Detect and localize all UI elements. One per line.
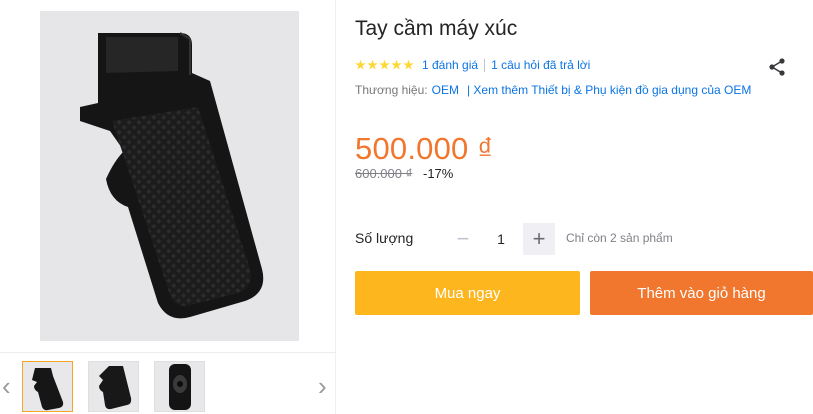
brand-more-link[interactable]: | Xem thêm Thiết bị & Phụ kiện đồ gia dụ… <box>467 83 751 97</box>
discount-percent: -17% <box>423 166 454 181</box>
star-icon <box>391 59 402 70</box>
share-icon[interactable] <box>767 57 787 77</box>
quantity-label: Số lượng <box>355 230 414 246</box>
pistol-grip-image <box>80 32 264 319</box>
quantity-increase-button[interactable]: + <box>523 223 555 255</box>
qa-link[interactable]: 1 câu hỏi đã trả lời <box>491 58 590 72</box>
quantity-input[interactable] <box>483 223 519 255</box>
rating-row: 1 đánh giá 1 câu hỏi đã trả lời <box>355 57 590 73</box>
product-gallery: ‹ › <box>0 0 336 414</box>
product-info: Tay cầm máy xúc 1 đánh giá 1 câu hỏi đã … <box>355 0 813 414</box>
star-icon <box>379 59 390 70</box>
price-box: 500.000 ₫ 600.000 ₫ -17% <box>355 112 813 194</box>
thumbnail-grip-image <box>32 368 64 411</box>
gallery-next-button[interactable]: › <box>318 373 327 399</box>
review-count-link[interactable]: 1 đánh giá <box>422 58 478 72</box>
brand-link[interactable]: OEM <box>432 83 459 97</box>
star-icon <box>367 59 378 70</box>
product-title: Tay cầm máy xúc <box>355 17 518 40</box>
thumbnail-grip-side-image <box>99 366 132 410</box>
buy-now-button[interactable]: Mua ngay <box>355 271 580 315</box>
brand-row: Thương hiệu: OEM | Xem thêm Thiết bị & P… <box>355 83 751 97</box>
brand-label: Thương hiệu: <box>355 83 428 97</box>
thumbnail-1[interactable] <box>22 361 73 412</box>
separator <box>484 58 486 72</box>
gallery-prev-button[interactable]: ‹ <box>2 373 11 399</box>
star-icon <box>403 59 414 70</box>
quantity-decrease-button[interactable]: − <box>447 223 479 255</box>
star-icon <box>355 59 366 70</box>
original-price: 600.000 ₫ <box>355 166 413 181</box>
thumbnail-2[interactable] <box>88 361 139 412</box>
current-price: 500.000 ₫ <box>355 131 494 166</box>
stock-note: Chỉ còn 2 sản phẩm <box>566 231 673 245</box>
add-to-cart-button[interactable]: Thêm vào giỏ hàng <box>590 271 813 315</box>
thumbnail-grip-bottom-image <box>169 364 191 410</box>
thumbnail-3[interactable] <box>154 361 205 412</box>
gallery-divider <box>0 352 336 353</box>
main-product-image[interactable] <box>40 11 299 341</box>
rating-stars[interactable] <box>355 59 414 71</box>
